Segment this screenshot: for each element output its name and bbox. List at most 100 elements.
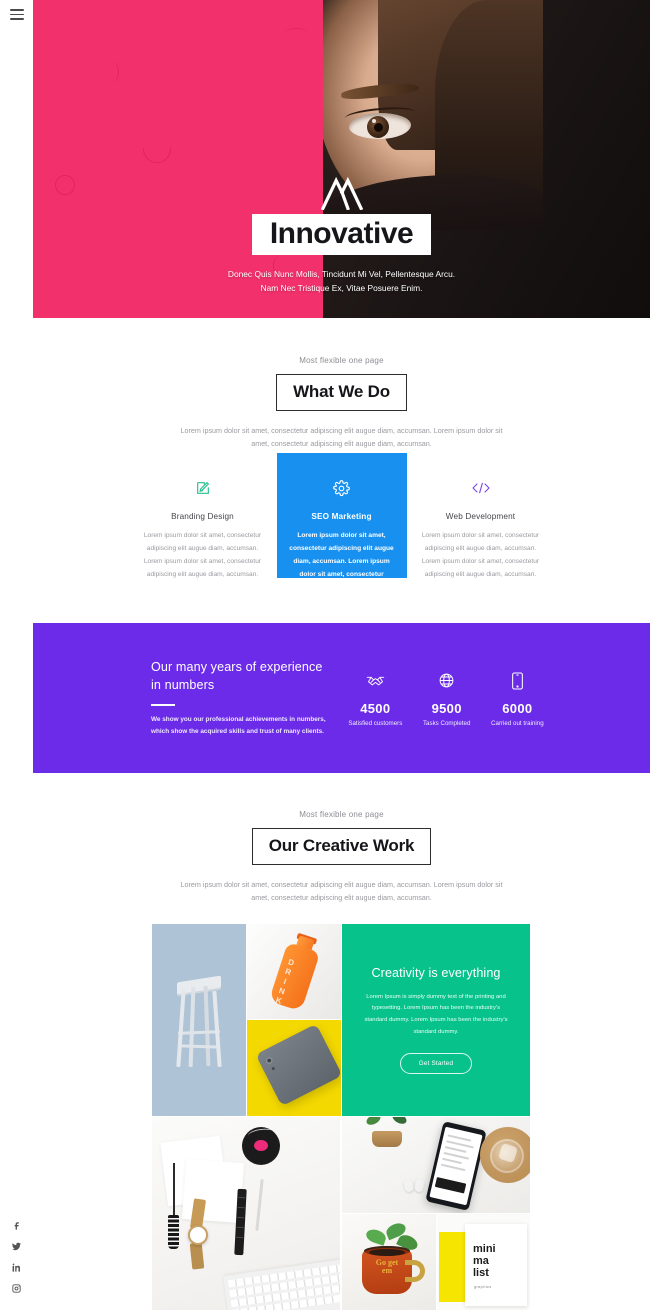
twitter-icon[interactable]	[10, 1240, 23, 1253]
hamburger-bar	[10, 18, 24, 20]
poster-line-3: list	[473, 1266, 489, 1279]
succulent-plant	[362, 1117, 414, 1135]
portfolio-tile-coffee-mug-photo[interactable]: Go get em	[342, 1214, 436, 1310]
work-description: Lorem ipsum dolor sit amet, consectetur …	[180, 880, 503, 903]
poster-white-card: mini ma list graphics	[465, 1224, 527, 1306]
hero-subtitle-line-1: Donec Quis Nunc Mollis, Tincidunt Mi Vel…	[227, 269, 456, 280]
service-title: Branding Design	[171, 512, 234, 521]
drink-bottle-illustration: DRINK	[262, 929, 329, 1015]
stat-value: 9500	[431, 700, 462, 716]
stat-value: 6000	[502, 700, 533, 716]
stool-rail	[179, 1044, 221, 1049]
mobile-device-icon	[491, 670, 544, 692]
service-text: Lorem ipsum dolor sit amet, consectetur …	[143, 532, 262, 578]
instagram-icon[interactable]	[10, 1282, 23, 1295]
services-cards: Branding Design Lorem ipsum dolor sit am…	[33, 453, 650, 603]
services-title: What We Do	[293, 382, 390, 401]
poster-text: mini ma list	[473, 1243, 496, 1280]
smartphone-illustration	[255, 1023, 341, 1107]
facebook-icon[interactable]	[10, 1219, 23, 1232]
stat-carried-out-training: 6000 Carried out training	[491, 670, 544, 727]
service-card-branding-design[interactable]: Branding Design Lorem ipsum dolor sit am…	[138, 453, 268, 578]
mug-coffee	[369, 1249, 405, 1256]
numbers-heading: Our many years of experience in numbers	[151, 660, 323, 693]
stool-leg	[188, 986, 196, 1067]
work-title: Our Creative Work	[268, 836, 415, 855]
portfolio-tile-drink-bottle-photo[interactable]: DRINK	[247, 924, 341, 1019]
globe-icon	[423, 670, 470, 692]
desk-round-object	[242, 1127, 280, 1165]
portfolio-tile-stool-photo[interactable]	[152, 924, 246, 1116]
code-brackets-icon	[420, 475, 542, 501]
service-text: Lorem ipsum dolor sit amet, consectetur …	[289, 532, 394, 604]
stool-leg	[212, 990, 222, 1067]
hero-title: Innovative	[269, 216, 414, 250]
stat-satisfied-customers: 4500 Satisfied customers	[348, 670, 402, 727]
service-title: SEO Marketing	[311, 512, 372, 521]
hero-title-box: Innovative	[251, 213, 432, 256]
stat-tasks-completed: 9500 Tasks Completed	[423, 670, 470, 727]
hero-content: Innovative Donec Quis Nunc Mollis, Tinci…	[33, 0, 650, 318]
services-title-frame: What We Do	[276, 374, 407, 411]
phone-flash	[270, 1066, 275, 1071]
wristwatch-face	[188, 1225, 208, 1245]
portfolio-tile-desk-flatlay-photo[interactable]	[152, 1117, 340, 1310]
services-heading-block: Most flexible one page What We Do Lorem …	[33, 356, 650, 451]
hamburger-bar	[10, 9, 24, 11]
portfolio-tile-minimalist-poster-photo[interactable]: mini ma list graphics	[437, 1214, 530, 1310]
stool-leg	[203, 985, 211, 1066]
numbers-section: Our many years of experience in numbers …	[33, 623, 650, 773]
stat-value: 4500	[360, 700, 391, 716]
earbuds	[402, 1178, 426, 1193]
stat-label: Tasks Completed	[422, 719, 471, 727]
linkedin-icon[interactable]	[10, 1261, 23, 1274]
numbers-description: We show you our professional achievement…	[151, 715, 326, 735]
poster-line-2: ma	[473, 1254, 489, 1267]
promo-text: Lorem Ipsum is simply dummy text of the …	[364, 993, 508, 1035]
service-card-web-development[interactable]: Web Development Lorem ipsum dolor sit am…	[416, 453, 546, 578]
service-title: Web Development	[445, 512, 516, 521]
hero-section: Innovative Donec Quis Nunc Mollis, Tinci…	[33, 0, 650, 318]
hero-subtitle-line-2: Nam Nec Tristique Ex, Vitae Posuere Enim…	[260, 283, 423, 294]
round-object-pink-detail	[254, 1140, 268, 1151]
promo-title: Creativity is everything	[371, 965, 501, 980]
stool-rail	[177, 1030, 221, 1035]
mug-lettering: Go get em	[375, 1258, 399, 1275]
service-text: Lorem ipsum dolor sit amet, consectetur …	[421, 532, 540, 578]
coffee-mug: Go get em	[362, 1246, 425, 1294]
numbers-copy: Our many years of experience in numbers …	[33, 658, 328, 738]
work-title-frame: Our Creative Work	[251, 828, 432, 865]
edit-pencil-square-icon	[142, 475, 264, 501]
handshake-icon	[348, 670, 402, 692]
hamburger-menu-icon[interactable]	[10, 9, 24, 20]
services-description: Lorem ipsum dolor sit amet, consectetur …	[180, 426, 503, 449]
portfolio-tile-plant-phone-photo[interactable]	[342, 1117, 530, 1213]
stat-label: Carried out training	[491, 719, 544, 727]
stool-illustration	[171, 975, 227, 1069]
portfolio-grid: DRINK Creativity is everything Lorem Ips…	[152, 924, 530, 1310]
portfolio-promo-card: Creativity is everything Lorem Ipsum is …	[342, 924, 530, 1116]
phone-camera	[264, 1055, 274, 1066]
left-rail	[0, 0, 33, 1310]
desk-necklace	[166, 1163, 182, 1249]
service-card-seo-marketing[interactable]: SEO Marketing Lorem ipsum dolor sit amet…	[276, 453, 407, 603]
hero-subtitle: Donec Quis Nunc Mollis, Tincidunt Mi Vel…	[228, 268, 455, 296]
necklace-chain	[173, 1163, 175, 1215]
necklace-tassel	[168, 1215, 179, 1249]
stat-label: Satisfied customers	[348, 719, 403, 727]
watch-strap-lower	[189, 1242, 205, 1270]
social-links	[0, 1219, 33, 1295]
numbers-stats: 4500 Satisfied customers 9500 Tasks Comp…	[328, 670, 650, 727]
portfolio-tile-phone-yellow-photo[interactable]	[247, 1020, 341, 1116]
hamburger-bar	[10, 13, 24, 16]
services-eyebrow: Most flexible one page	[299, 356, 384, 365]
round-object-wire	[247, 1127, 275, 1141]
poster-subtext: graphics	[474, 1284, 492, 1289]
brand-logo-icon	[320, 176, 363, 210]
work-eyebrow: Most flexible one page	[299, 810, 384, 819]
gear-settings-icon	[287, 475, 397, 501]
work-heading-block: Most flexible one page Our Creative Work…	[33, 810, 650, 905]
get-started-button[interactable]: Get Started	[399, 1053, 473, 1075]
stool-leg	[176, 988, 186, 1067]
numbers-divider	[151, 703, 175, 706]
